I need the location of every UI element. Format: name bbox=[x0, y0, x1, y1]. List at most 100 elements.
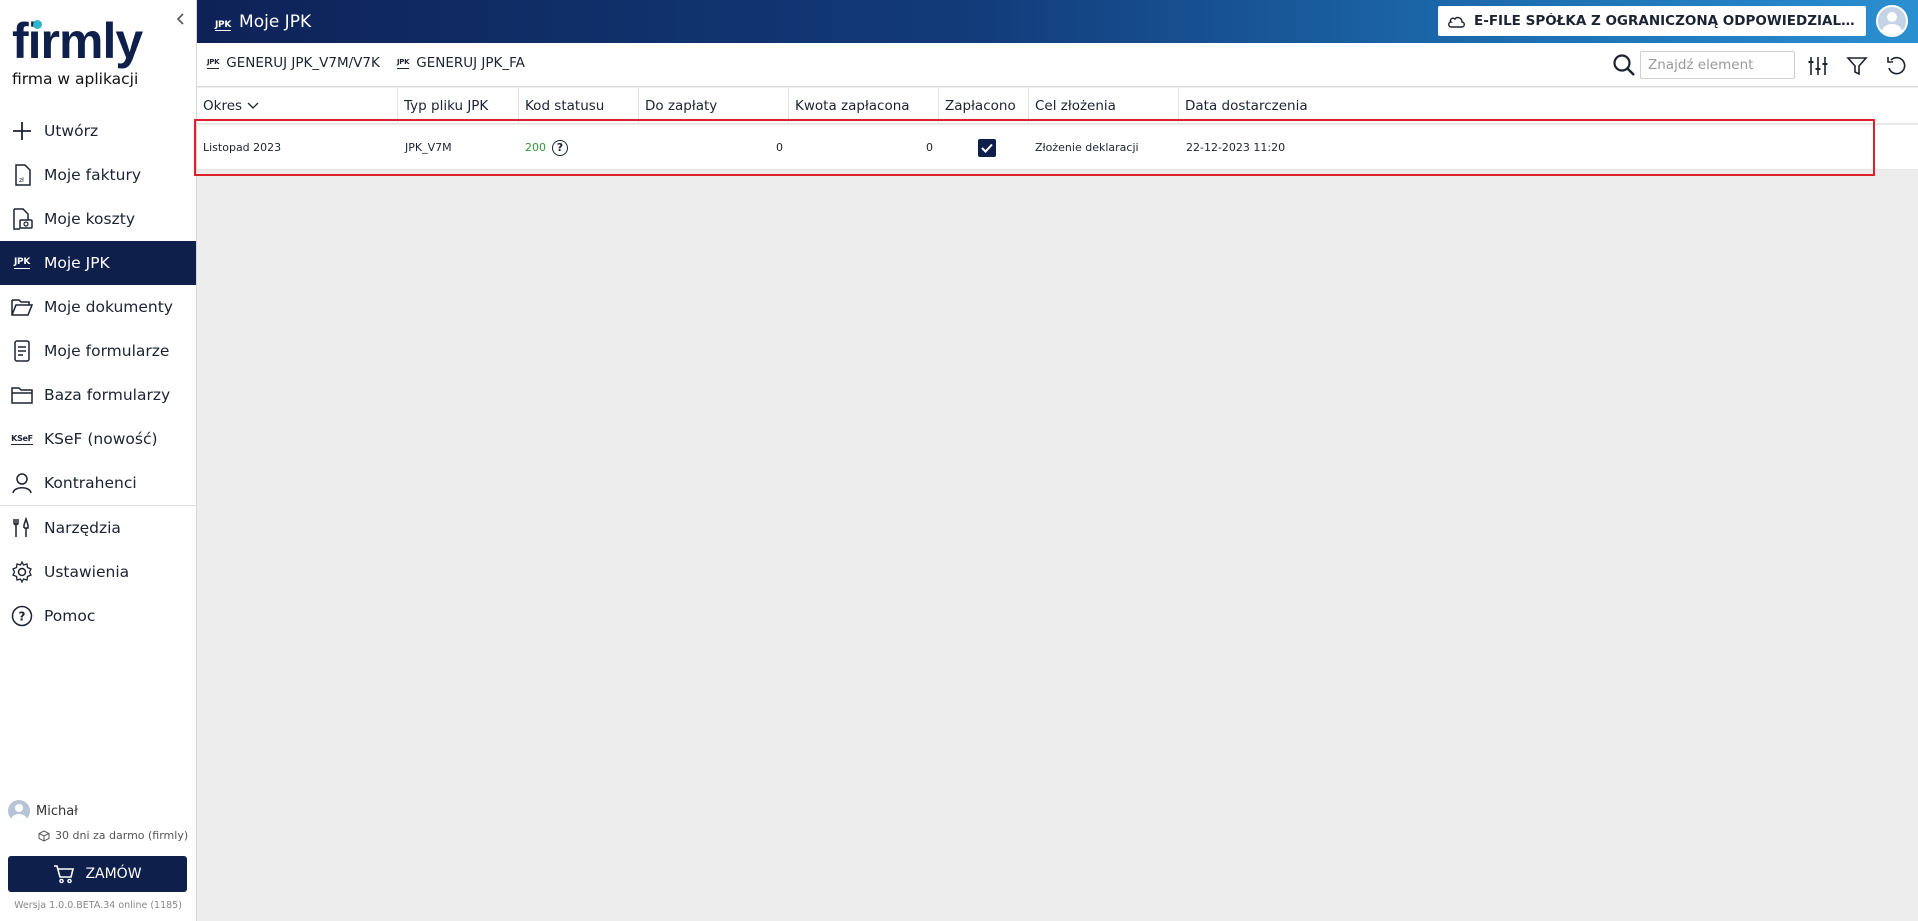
sidebar-item-label: Pomoc bbox=[44, 607, 96, 625]
user-info[interactable]: Michał bbox=[8, 800, 78, 822]
column-header-do-zaplaty[interactable]: Do zapłaty bbox=[639, 88, 789, 124]
cell-kwota-zaplacona: 0 bbox=[926, 141, 933, 154]
sidebar-item-narzedzia[interactable]: Narzędzia bbox=[0, 506, 196, 550]
column-label: Do zapłaty bbox=[645, 98, 718, 114]
header-jpk-badge: JPK bbox=[215, 20, 232, 31]
search-icon[interactable] bbox=[1612, 53, 1636, 77]
chevron-left-icon[interactable] bbox=[176, 12, 190, 30]
sidebar-item-label: Utwórz bbox=[44, 122, 99, 140]
user-name: Michał bbox=[36, 803, 78, 819]
column-header-kod-statusu[interactable]: Kod statusu bbox=[519, 88, 639, 124]
sidebar-item-label: Moje JPK bbox=[44, 254, 110, 272]
sidebar-item-baza-formularzy[interactable]: Baza formularzy bbox=[0, 373, 196, 417]
form-icon bbox=[10, 339, 34, 363]
sidebar-item-label: KSeF (nowość) bbox=[44, 430, 158, 448]
sidebar-item-moje-faktury[interactable]: zł Moje faktury bbox=[0, 153, 196, 197]
table-header: Okres Typ pliku JPK Kod statusu Do zapła… bbox=[197, 88, 1918, 124]
order-button[interactable]: ZAMÓW bbox=[8, 856, 187, 892]
cart-icon bbox=[54, 865, 75, 884]
filter-icon[interactable] bbox=[1844, 53, 1870, 79]
column-label: Okres bbox=[203, 98, 243, 114]
status-help-icon[interactable]: ? bbox=[552, 139, 568, 156]
column-header-zaplacono[interactable]: Zapłacono bbox=[939, 88, 1029, 124]
folder-open-icon bbox=[10, 295, 34, 319]
sidebar-item-moje-koszty[interactable]: Moje koszty bbox=[0, 197, 196, 241]
sidebar: firmly firma w aplikacji Utwórz zł Moje … bbox=[0, 0, 197, 921]
plus-icon bbox=[10, 119, 34, 143]
jpk-badge: JPK bbox=[13, 257, 31, 269]
sidebar-item-label: Kontrahenci bbox=[44, 474, 137, 492]
refresh-icon[interactable] bbox=[1883, 53, 1909, 79]
cell-kod-statusu: 200 ? bbox=[525, 125, 635, 170]
sidebar-item-label: Narzędzia bbox=[44, 519, 121, 537]
user-avatar[interactable] bbox=[1876, 5, 1908, 37]
jpk-icon: JPK bbox=[397, 57, 410, 69]
cell-do-zaplaty: 0 bbox=[776, 141, 783, 154]
column-label: Kod statusu bbox=[525, 98, 605, 114]
column-label: Kwota zapłacona bbox=[795, 98, 910, 114]
jpk-icon: JPK bbox=[215, 12, 231, 31]
cell-typ: JPK_V7M bbox=[405, 141, 452, 154]
ksef-badge: KSeF bbox=[11, 433, 33, 445]
company-selector[interactable]: E-FILE SPÓŁKA Z OGRANICZONĄ ODPOWIEDZIAL… bbox=[1438, 6, 1866, 36]
column-header-cel-zlozenia[interactable]: Cel złożenia bbox=[1029, 88, 1179, 124]
sidebar-nav: Utwórz zł Moje faktury Moje koszty JPK M… bbox=[0, 109, 196, 638]
column-header-typ[interactable]: Typ pliku JPK bbox=[398, 88, 519, 124]
column-header-kwota-zaplacona[interactable]: Kwota zapłacona bbox=[789, 88, 939, 124]
trial-info: 30 dni za darmo (firmly) bbox=[38, 829, 188, 842]
column-header-data-dostarczenia[interactable]: Data dostarczenia bbox=[1179, 88, 1918, 124]
sidebar-item-label: Moje dokumenty bbox=[44, 298, 173, 316]
check-icon bbox=[981, 143, 993, 153]
svg-text:zł: zł bbox=[19, 177, 24, 184]
search-input[interactable] bbox=[1640, 51, 1795, 79]
column-label: Typ pliku JPK bbox=[404, 98, 489, 114]
sidebar-item-ustawienia[interactable]: Ustawienia bbox=[0, 550, 196, 594]
company-name: E-FILE SPÓŁKA Z OGRANICZONĄ ODPOWIEDZIAL… bbox=[1474, 13, 1859, 29]
generate-jpk-v7-label: GENERUJ JPK_V7M/V7K bbox=[226, 55, 380, 71]
column-settings-icon[interactable] bbox=[1805, 53, 1831, 79]
package-icon bbox=[38, 829, 50, 842]
help-icon: ? bbox=[10, 604, 34, 628]
sidebar-item-pomoc[interactable]: ? Pomoc bbox=[0, 594, 196, 638]
sidebar-item-label: Moje formularze bbox=[44, 342, 170, 360]
logo[interactable]: firmly firma w aplikacji bbox=[12, 14, 182, 88]
sidebar-item-ksef[interactable]: KSeF KSeF (nowość) bbox=[0, 417, 196, 461]
header-bar: JPK Moje JPK E-FILE SPÓŁKA Z OGRANICZONĄ… bbox=[197, 0, 1918, 43]
logo-tagline: firma w aplikacji bbox=[12, 70, 139, 88]
toolbar: JPK GENERUJ JPK_V7M/V7K JPK GENERUJ JPK_… bbox=[197, 43, 1918, 87]
column-label: Data dostarczenia bbox=[1185, 98, 1308, 114]
generate-jpk-fa-button[interactable]: JPK GENERUJ JPK_FA bbox=[397, 55, 525, 71]
generate-jpk-v7-button[interactable]: JPK GENERUJ JPK_V7M/V7K bbox=[207, 55, 380, 71]
table-row[interactable]: Listopad 2023 JPK_V7M 200 ? 0 0 Złożenie… bbox=[197, 125, 1918, 170]
search-box bbox=[1612, 51, 1795, 79]
gear-icon bbox=[10, 560, 34, 584]
person-icon bbox=[10, 471, 34, 495]
jpk-icon: JPK bbox=[10, 251, 34, 275]
app-version: Wersja 1.0.0.BETA.34 online (1185) bbox=[14, 900, 182, 911]
sidebar-item-label: Ustawienia bbox=[44, 563, 130, 581]
sidebar-item-moje-formularze[interactable]: Moje formularze bbox=[0, 329, 196, 373]
sidebar-item-utworz[interactable]: Utwórz bbox=[0, 109, 196, 153]
page-title: Moje JPK bbox=[239, 11, 312, 32]
column-label: Zapłacono bbox=[945, 98, 1016, 114]
paid-checkbox[interactable] bbox=[978, 138, 996, 157]
logo-dot bbox=[33, 20, 42, 29]
ksef-icon: KSeF bbox=[10, 427, 34, 451]
cell-okres: Listopad 2023 bbox=[203, 141, 282, 154]
sidebar-item-label: Moje faktury bbox=[44, 166, 142, 184]
sidebar-item-label: Moje koszty bbox=[44, 210, 135, 228]
order-label: ZAMÓW bbox=[85, 866, 142, 882]
sidebar-item-moje-dokumenty[interactable]: Moje dokumenty bbox=[0, 285, 196, 329]
tools-icon bbox=[10, 516, 34, 540]
column-header-okres[interactable]: Okres bbox=[197, 88, 398, 124]
chevron-down-icon bbox=[247, 102, 259, 109]
cell-data-dostarczenia: 22-12-2023 11:20 bbox=[1186, 141, 1286, 154]
folder-icon bbox=[10, 383, 34, 407]
svg-text:?: ? bbox=[19, 610, 26, 624]
sidebar-item-moje-jpk[interactable]: JPK Moje JPK bbox=[0, 241, 196, 285]
cloud-icon bbox=[1448, 16, 1465, 28]
generate-jpk-fa-label: GENERUJ JPK_FA bbox=[416, 55, 525, 71]
trial-text: 30 dni za darmo (firmly) bbox=[55, 829, 189, 842]
sidebar-item-kontrahenci[interactable]: Kontrahenci bbox=[0, 461, 196, 505]
invoice-icon: zł bbox=[10, 163, 34, 187]
